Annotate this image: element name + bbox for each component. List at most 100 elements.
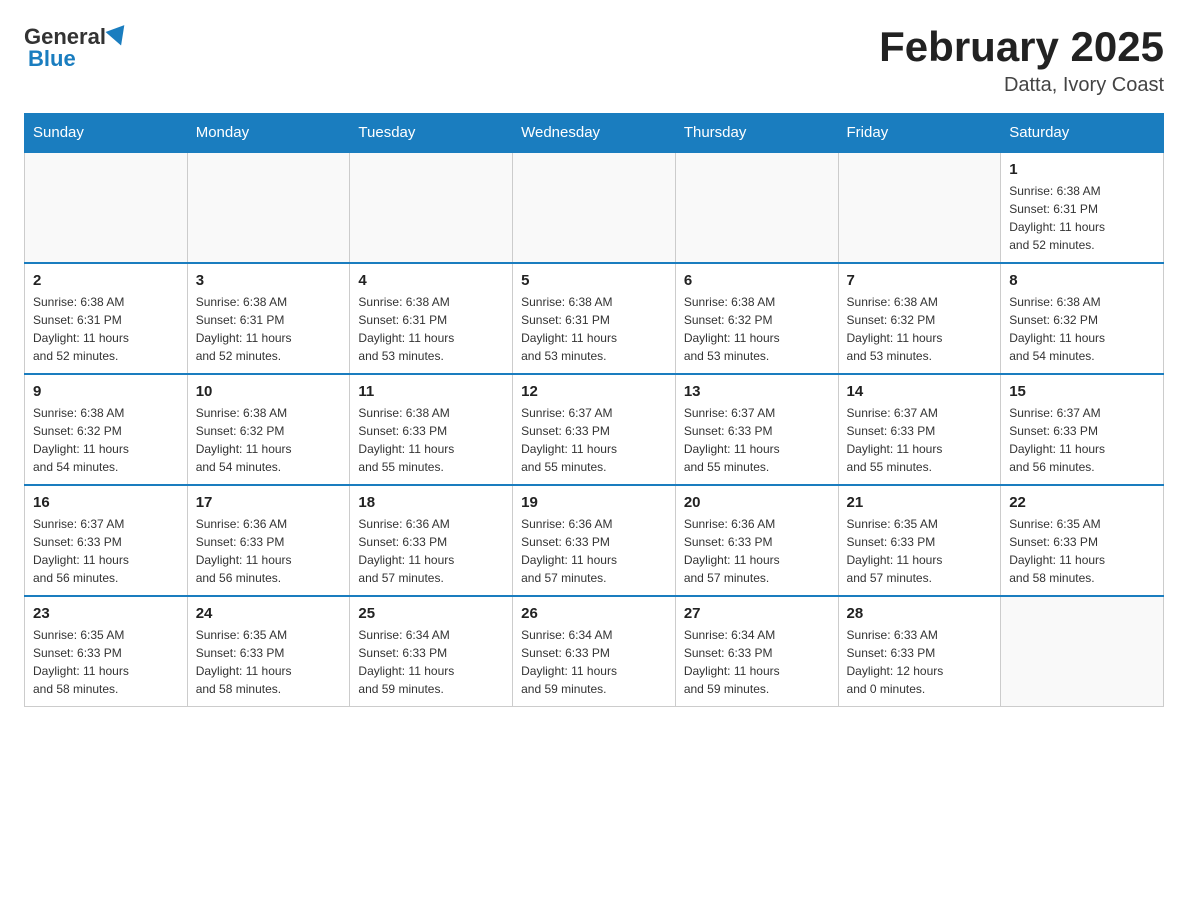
calendar-cell-1-3 bbox=[350, 152, 513, 263]
day-number: 19 bbox=[521, 494, 667, 511]
day-info: Sunrise: 6:38 AM Sunset: 6:31 PM Dayligh… bbox=[1009, 182, 1155, 254]
calendar-table: SundayMondayTuesdayWednesdayThursdayFrid… bbox=[24, 113, 1164, 707]
calendar-week-row-4: 16 Sunrise: 6:37 AM Sunset: 6:33 PM Dayli… bbox=[25, 485, 1164, 596]
day-number: 14 bbox=[847, 383, 993, 400]
day-info: Sunrise: 6:38 AM Sunset: 6:33 PM Dayligh… bbox=[358, 404, 504, 476]
calendar-cell-3-6: 14 Sunrise: 6:37 AM Sunset: 6:33 PM Dayli… bbox=[838, 374, 1001, 485]
column-header-wednesday: Wednesday bbox=[513, 114, 676, 153]
calendar-cell-4-3: 18 Sunrise: 6:36 AM Sunset: 6:33 PM Dayli… bbox=[350, 485, 513, 596]
day-number: 11 bbox=[358, 383, 504, 400]
column-header-saturday: Saturday bbox=[1001, 114, 1164, 153]
title-section: February 2025 Datta, Ivory Coast bbox=[879, 24, 1164, 97]
column-header-tuesday: Tuesday bbox=[350, 114, 513, 153]
day-info: Sunrise: 6:35 AM Sunset: 6:33 PM Dayligh… bbox=[1009, 515, 1155, 587]
day-number: 16 bbox=[33, 494, 179, 511]
calendar-cell-4-2: 17 Sunrise: 6:36 AM Sunset: 6:33 PM Dayli… bbox=[187, 485, 350, 596]
calendar-cell-4-6: 21 Sunrise: 6:35 AM Sunset: 6:33 PM Dayli… bbox=[838, 485, 1001, 596]
month-title: February 2025 bbox=[879, 24, 1164, 70]
day-number: 2 bbox=[33, 272, 179, 289]
calendar-cell-2-4: 5 Sunrise: 6:38 AM Sunset: 6:31 PM Daylig… bbox=[513, 263, 676, 374]
calendar-cell-5-4: 26 Sunrise: 6:34 AM Sunset: 6:33 PM Dayli… bbox=[513, 596, 676, 707]
calendar-cell-1-7: 1Sunrise: 6:38 AM Sunset: 6:31 PM Daylig… bbox=[1001, 152, 1164, 263]
calendar-cell-1-5 bbox=[675, 152, 838, 263]
calendar-cell-3-3: 11 Sunrise: 6:38 AM Sunset: 6:33 PM Dayli… bbox=[350, 374, 513, 485]
calendar-cell-3-7: 15 Sunrise: 6:37 AM Sunset: 6:33 PM Dayli… bbox=[1001, 374, 1164, 485]
day-info: Sunrise: 6:34 AM Sunset: 6:33 PM Dayligh… bbox=[521, 626, 667, 698]
calendar-cell-5-6: 28 Sunrise: 6:33 AM Sunset: 6:33 PM Dayli… bbox=[838, 596, 1001, 707]
calendar-cell-2-7: 8 Sunrise: 6:38 AM Sunset: 6:32 PM Daylig… bbox=[1001, 263, 1164, 374]
column-header-sunday: Sunday bbox=[25, 114, 188, 153]
day-number: 18 bbox=[358, 494, 504, 511]
calendar-cell-1-2 bbox=[187, 152, 350, 263]
page-header: General Blue February 2025 Datta, Ivory … bbox=[24, 24, 1164, 97]
day-info: Sunrise: 6:37 AM Sunset: 6:33 PM Dayligh… bbox=[684, 404, 830, 476]
logo-triangle-icon bbox=[105, 25, 130, 49]
calendar-cell-5-3: 25 Sunrise: 6:34 AM Sunset: 6:33 PM Dayli… bbox=[350, 596, 513, 707]
day-number: 12 bbox=[521, 383, 667, 400]
day-info: Sunrise: 6:36 AM Sunset: 6:33 PM Dayligh… bbox=[358, 515, 504, 587]
calendar-cell-2-3: 4 Sunrise: 6:38 AM Sunset: 6:31 PM Daylig… bbox=[350, 263, 513, 374]
day-number: 26 bbox=[521, 605, 667, 622]
day-number: 8 bbox=[1009, 272, 1155, 289]
day-number: 7 bbox=[847, 272, 993, 289]
calendar-cell-2-6: 7 Sunrise: 6:38 AM Sunset: 6:32 PM Daylig… bbox=[838, 263, 1001, 374]
day-number: 3 bbox=[196, 272, 342, 289]
day-info: Sunrise: 6:37 AM Sunset: 6:33 PM Dayligh… bbox=[847, 404, 993, 476]
day-info: Sunrise: 6:38 AM Sunset: 6:32 PM Dayligh… bbox=[1009, 293, 1155, 365]
day-info: Sunrise: 6:37 AM Sunset: 6:33 PM Dayligh… bbox=[33, 515, 179, 587]
calendar-cell-3-2: 10Sunrise: 6:38 AM Sunset: 6:32 PM Dayli… bbox=[187, 374, 350, 485]
day-number: 25 bbox=[358, 605, 504, 622]
day-number: 6 bbox=[684, 272, 830, 289]
day-info: Sunrise: 6:34 AM Sunset: 6:33 PM Dayligh… bbox=[358, 626, 504, 698]
column-header-monday: Monday bbox=[187, 114, 350, 153]
calendar-cell-2-5: 6 Sunrise: 6:38 AM Sunset: 6:32 PM Daylig… bbox=[675, 263, 838, 374]
day-number: 20 bbox=[684, 494, 830, 511]
calendar-cell-5-1: 23 Sunrise: 6:35 AM Sunset: 6:33 PM Dayli… bbox=[25, 596, 188, 707]
day-info: Sunrise: 6:35 AM Sunset: 6:33 PM Dayligh… bbox=[847, 515, 993, 587]
calendar-week-row-1: 1Sunrise: 6:38 AM Sunset: 6:31 PM Daylig… bbox=[25, 152, 1164, 263]
logo: General Blue bbox=[24, 24, 130, 72]
day-number: 22 bbox=[1009, 494, 1155, 511]
calendar-week-row-3: 9 Sunrise: 6:38 AM Sunset: 6:32 PM Daylig… bbox=[25, 374, 1164, 485]
day-info: Sunrise: 6:38 AM Sunset: 6:31 PM Dayligh… bbox=[521, 293, 667, 365]
day-info: Sunrise: 6:38 AM Sunset: 6:31 PM Dayligh… bbox=[196, 293, 342, 365]
calendar-cell-4-7: 22 Sunrise: 6:35 AM Sunset: 6:33 PM Dayli… bbox=[1001, 485, 1164, 596]
calendar-week-row-5: 23 Sunrise: 6:35 AM Sunset: 6:33 PM Dayli… bbox=[25, 596, 1164, 707]
calendar-cell-5-5: 27 Sunrise: 6:34 AM Sunset: 6:33 PM Dayli… bbox=[675, 596, 838, 707]
calendar-cell-2-1: 2 Sunrise: 6:38 AM Sunset: 6:31 PM Daylig… bbox=[25, 263, 188, 374]
calendar-cell-5-2: 24 Sunrise: 6:35 AM Sunset: 6:33 PM Dayli… bbox=[187, 596, 350, 707]
day-number: 21 bbox=[847, 494, 993, 511]
day-number: 13 bbox=[684, 383, 830, 400]
day-info: Sunrise: 6:38 AM Sunset: 6:32 PM Dayligh… bbox=[684, 293, 830, 365]
day-number: 28 bbox=[847, 605, 993, 622]
calendar-cell-4-5: 20Sunrise: 6:36 AM Sunset: 6:33 PM Dayli… bbox=[675, 485, 838, 596]
day-info: Sunrise: 6:35 AM Sunset: 6:33 PM Dayligh… bbox=[33, 626, 179, 698]
day-info: Sunrise: 6:34 AM Sunset: 6:33 PM Dayligh… bbox=[684, 626, 830, 698]
day-info: Sunrise: 6:38 AM Sunset: 6:32 PM Dayligh… bbox=[33, 404, 179, 476]
day-number: 9 bbox=[33, 383, 179, 400]
day-info: Sunrise: 6:38 AM Sunset: 6:31 PM Dayligh… bbox=[358, 293, 504, 365]
day-info: Sunrise: 6:37 AM Sunset: 6:33 PM Dayligh… bbox=[1009, 404, 1155, 476]
column-header-friday: Friday bbox=[838, 114, 1001, 153]
day-number: 24 bbox=[196, 605, 342, 622]
calendar-cell-3-5: 13 Sunrise: 6:37 AM Sunset: 6:33 PM Dayli… bbox=[675, 374, 838, 485]
day-info: Sunrise: 6:38 AM Sunset: 6:32 PM Dayligh… bbox=[196, 404, 342, 476]
day-number: 27 bbox=[684, 605, 830, 622]
calendar-cell-3-1: 9 Sunrise: 6:38 AM Sunset: 6:32 PM Daylig… bbox=[25, 374, 188, 485]
day-info: Sunrise: 6:36 AM Sunset: 6:33 PM Dayligh… bbox=[521, 515, 667, 587]
day-info: Sunrise: 6:36 AM Sunset: 6:33 PM Dayligh… bbox=[196, 515, 342, 587]
logo-blue-text: Blue bbox=[24, 46, 76, 72]
day-number: 23 bbox=[33, 605, 179, 622]
day-info: Sunrise: 6:38 AM Sunset: 6:31 PM Dayligh… bbox=[33, 293, 179, 365]
column-header-thursday: Thursday bbox=[675, 114, 838, 153]
calendar-week-row-2: 2 Sunrise: 6:38 AM Sunset: 6:31 PM Daylig… bbox=[25, 263, 1164, 374]
day-info: Sunrise: 6:33 AM Sunset: 6:33 PM Dayligh… bbox=[847, 626, 993, 698]
day-number: 5 bbox=[521, 272, 667, 289]
calendar-cell-3-4: 12Sunrise: 6:37 AM Sunset: 6:33 PM Dayli… bbox=[513, 374, 676, 485]
day-info: Sunrise: 6:35 AM Sunset: 6:33 PM Dayligh… bbox=[196, 626, 342, 698]
day-number: 4 bbox=[358, 272, 504, 289]
day-info: Sunrise: 6:38 AM Sunset: 6:32 PM Dayligh… bbox=[847, 293, 993, 365]
calendar-cell-1-6 bbox=[838, 152, 1001, 263]
day-number: 15 bbox=[1009, 383, 1155, 400]
day-number: 17 bbox=[196, 494, 342, 511]
